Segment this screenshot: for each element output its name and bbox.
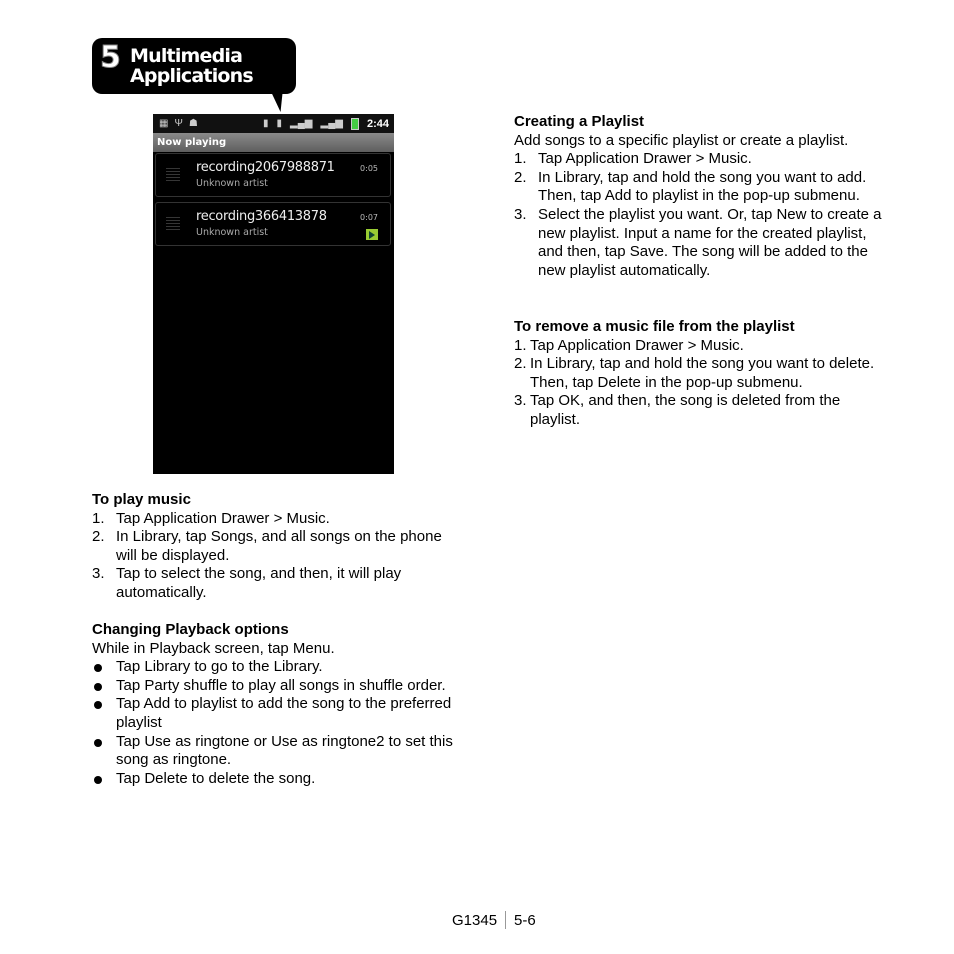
page-number: 5-6 xyxy=(514,911,536,929)
section-intro: Add songs to a specific playlist or crea… xyxy=(514,131,849,149)
now-playing-icon xyxy=(366,229,378,240)
track-item[interactable]: recording2067988871 Unknown artist 0:05 xyxy=(155,153,391,197)
section-heading: Creating a Playlist xyxy=(514,113,645,130)
track-name: recording2067988871 xyxy=(196,160,335,175)
track-artist: Unknown artist xyxy=(196,227,268,238)
step-item: 2. In Library, tap and hold the song you … xyxy=(514,355,875,391)
step-item: 3. Tap to select the song, and then, it w… xyxy=(92,565,402,601)
remove-music-section: To remove a music file from the playlist… xyxy=(514,318,884,430)
status-time: 2:44 xyxy=(366,117,389,130)
step-item: 2. In Library, tap and hold the song you … xyxy=(514,168,867,205)
page-footer: G1345 5-6 xyxy=(452,911,536,929)
bullet-item: Tap Party shuffle to play all songs in s… xyxy=(92,677,462,696)
track-duration: 0:05 xyxy=(360,164,378,173)
section-heading: To play music xyxy=(92,491,191,508)
bullet-item: Tap Library to go to the Library. xyxy=(92,658,462,677)
chapter-title: Multimedia Applications xyxy=(130,45,254,87)
battery-icon xyxy=(350,117,359,130)
bullet-icon xyxy=(94,664,102,673)
track-name: recording366413878 xyxy=(196,209,327,224)
chapter-title-line2: Applications xyxy=(130,65,254,87)
chapter-title-line1: Multimedia xyxy=(130,45,243,67)
track-duration: 0:07 xyxy=(360,213,378,222)
step-item: 1. Tap Application Drawer > Music. xyxy=(92,509,330,527)
play-music-section: To play music 1. Tap Application Drawer >… xyxy=(92,491,462,603)
sim1-icon: ▮ xyxy=(263,117,269,129)
playback-options-section: Changing Playback options While in Playb… xyxy=(92,621,462,788)
chapter-number: 5 xyxy=(100,40,122,76)
step-item: 2. In Library, tap Songs, and all songs o… xyxy=(92,528,442,564)
signal2-icon: ▂▄▆ xyxy=(320,117,343,129)
footer-divider xyxy=(505,911,507,929)
notification-icon: ▦ xyxy=(159,117,169,129)
model-number: G1345 xyxy=(452,911,498,929)
sim2-icon: ▮ xyxy=(276,117,283,129)
usb-icon: Ψ xyxy=(174,117,183,129)
bullet-icon xyxy=(94,738,102,747)
signal1-icon: ▂▄▆ xyxy=(290,117,313,129)
track-item[interactable]: recording366413878 Unknown artist 0:07 xyxy=(155,202,391,246)
bullet-item: Tap Delete to delete the song. xyxy=(92,770,462,789)
create-playlist-section: Creating a Playlist Add songs to a speci… xyxy=(514,113,884,280)
section-intro: While in Playback screen, tap Menu. xyxy=(92,639,335,657)
android-debug-icon: ☗ xyxy=(188,117,198,129)
bullet-item: Tap Add to playlist to add the song to t… xyxy=(92,695,462,732)
step-item: 1. Tap Application Drawer > Music. xyxy=(514,150,752,168)
section-heading: To remove a music file from the playlist xyxy=(514,318,795,335)
step-item: 3. Select the playlist you want. Or, tap … xyxy=(514,205,882,279)
track-artist: Unknown artist xyxy=(196,178,268,189)
step-item: 1. Tap Application Drawer > Music. xyxy=(514,336,744,354)
bullet-icon xyxy=(94,682,102,691)
screen-title: Now playing xyxy=(153,133,394,152)
bullet-icon xyxy=(94,775,102,784)
status-bar: ▦ Ψ ☗ ▮ ▮ ▂▄▆ ▂▄▆ 2:44 xyxy=(153,114,394,133)
drag-handle-icon[interactable] xyxy=(166,168,180,182)
drag-handle-icon[interactable] xyxy=(166,217,180,231)
step-item: 3. Tap OK, and then, the song is deleted … xyxy=(514,392,841,428)
bullet-icon xyxy=(94,701,102,710)
phone-screenshot: ▦ Ψ ☗ ▮ ▮ ▂▄▆ ▂▄▆ 2:44 Now playing recor… xyxy=(153,114,394,474)
section-heading: Changing Playback options xyxy=(92,621,289,638)
bullet-item: Tap Use as ringtone or Use as ringtone2 … xyxy=(92,733,462,770)
